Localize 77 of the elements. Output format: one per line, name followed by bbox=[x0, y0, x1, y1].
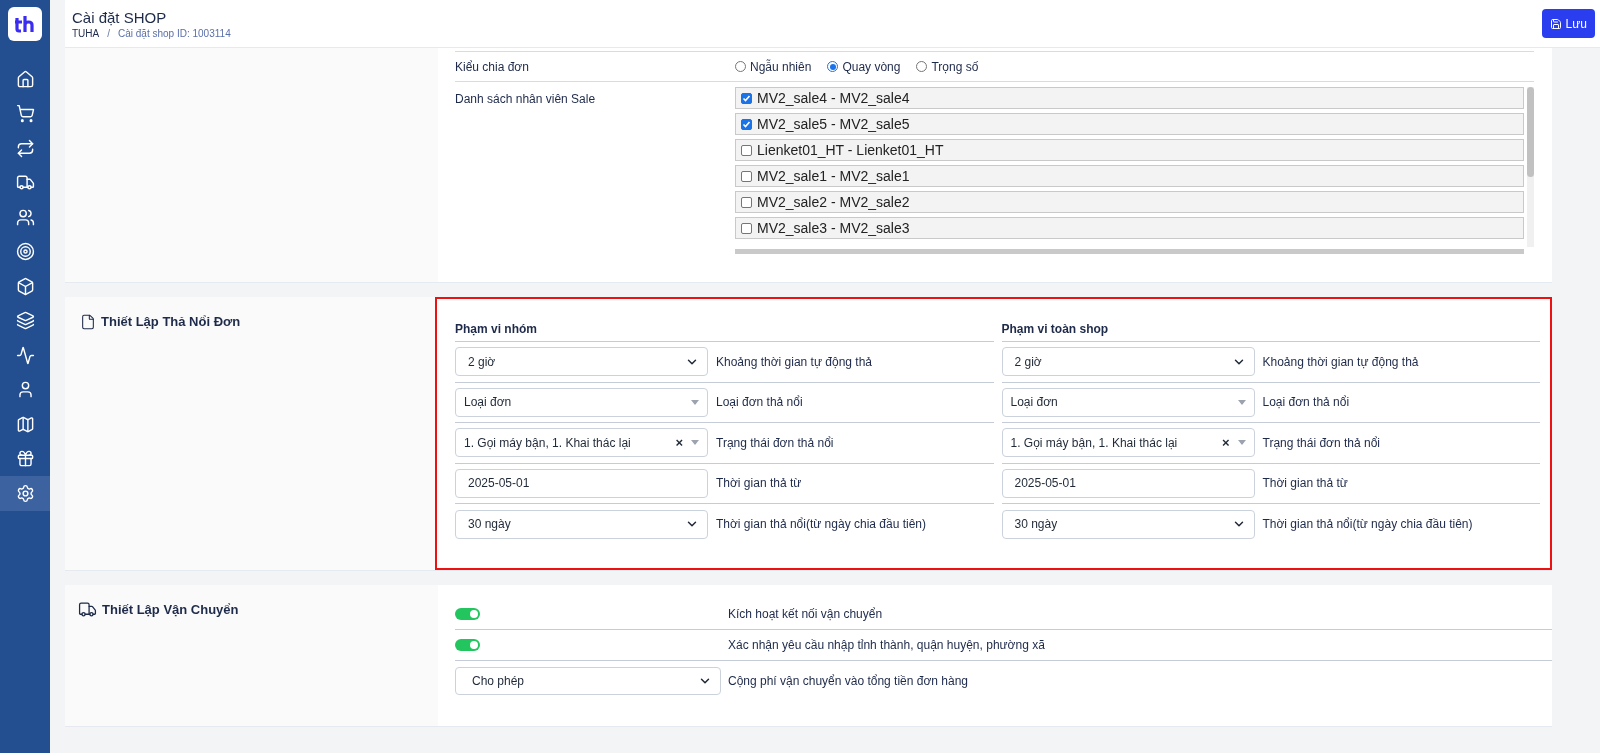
home-icon bbox=[15, 69, 35, 89]
users-icon bbox=[15, 207, 35, 227]
field-label: Khoảng thời gian tự động thả bbox=[1262, 353, 1419, 371]
save-button[interactable]: Lưu bbox=[1541, 9, 1595, 38]
radio-option[interactable]: Quay vòng bbox=[827, 57, 901, 76]
settings-icon bbox=[15, 483, 35, 503]
multi-select-field[interactable]: 1. Gọi máy bận, 1. Khai thác lại × bbox=[455, 428, 708, 458]
section-title: Thiết Lập Vận Chuyển bbox=[102, 601, 239, 619]
checkbox[interactable] bbox=[741, 196, 752, 208]
caret-icon bbox=[691, 440, 699, 446]
logo[interactable] bbox=[8, 7, 42, 41]
target-icon bbox=[15, 242, 35, 262]
column-heading: Phạm vi toàn shop bbox=[1001, 321, 1109, 338]
select-field[interactable]: 2 giờ bbox=[1001, 347, 1255, 377]
pulse-line-icon bbox=[15, 345, 35, 365]
radio-option[interactable]: Trọng số bbox=[916, 57, 979, 76]
sale-checkbox-item[interactable]: MV2_sale3 - MV2_sale3 bbox=[735, 217, 1524, 239]
vertical-scrollbar[interactable] bbox=[1527, 87, 1534, 247]
date-field[interactable]: 2025-05-01 bbox=[1001, 468, 1255, 498]
select-field[interactable]: 30 ngày bbox=[1001, 509, 1255, 539]
document-icon bbox=[80, 313, 96, 330]
page-title: Cài đặt SHOP bbox=[72, 7, 168, 28]
select-field[interactable]: 2 giờ bbox=[455, 347, 708, 377]
multi-select-field[interactable]: 1. Gọi máy bận, 1. Khai thác lại × bbox=[1001, 428, 1255, 458]
select-field[interactable]: Cho phép bbox=[455, 667, 721, 695]
gift-icon bbox=[15, 449, 35, 469]
sidebar-item[interactable] bbox=[0, 476, 50, 511]
box-icon bbox=[15, 276, 35, 296]
sale-checkbox-item[interactable]: MV2_sale4 - MV2_sale4 bbox=[735, 87, 1524, 109]
field-label: Xác nhận yêu cầu nhập tỉnh thành, quận huyện, phường xã bbox=[728, 637, 1045, 654]
sale-checkbox-item[interactable]: MV2_sale1 - MV2_sale1 bbox=[735, 165, 1524, 187]
checkbox[interactable] bbox=[741, 118, 752, 130]
save-icon bbox=[1549, 17, 1562, 30]
repeat-arrows-icon bbox=[15, 138, 35, 158]
toggle-switch[interactable] bbox=[455, 608, 480, 620]
field-label: Kích hoạt kết nối vận chuyển bbox=[728, 606, 883, 623]
sale-checkbox-item[interactable]: Lienket01_HT - Lienket01_HT bbox=[735, 139, 1524, 161]
checkbox[interactable] bbox=[741, 222, 752, 234]
field-label: Loại đơn thả nổi bbox=[1262, 394, 1350, 412]
field-label: Thời gian thả từ bbox=[716, 475, 802, 493]
select-field[interactable]: Loại đơn bbox=[455, 387, 708, 417]
field-label: Loại đơn thả nổi bbox=[716, 394, 803, 412]
checkbox[interactable] bbox=[741, 170, 752, 182]
breadcrumb-link[interactable]: TUHA bbox=[72, 27, 100, 40]
radio-option[interactable]: Ngẫu nhiên bbox=[735, 57, 812, 76]
field-label: Khoảng thời gian tự động thả bbox=[716, 353, 873, 371]
field-label: Trạng thái đơn thả nổi bbox=[1262, 434, 1380, 452]
caret-icon bbox=[691, 399, 699, 405]
truck-icon bbox=[15, 173, 35, 193]
layers-icon bbox=[15, 311, 35, 331]
field-label: Thời gian thả nổi(từ ngày chia đầu tiên) bbox=[716, 516, 927, 534]
field-label: Trạng thái đơn thả nổi bbox=[716, 434, 834, 452]
horizontal-scrollbar[interactable] bbox=[735, 249, 1524, 254]
breadcrumb-current: Cài đặt shop ID: 1003114 bbox=[118, 27, 231, 40]
caret-icon bbox=[1237, 440, 1246, 446]
logo-icon bbox=[14, 15, 36, 33]
sale-checkbox-item[interactable]: MV2_sale2 - MV2_sale2 bbox=[735, 191, 1524, 213]
field-label: Kiểu chia đơn bbox=[455, 58, 530, 76]
field-label: Cộng phí vận chuyển vào tổng tiền đơn hàng bbox=[728, 673, 969, 690]
column-heading: Phạm vi nhóm bbox=[455, 321, 537, 338]
select-field[interactable]: Loại đơn bbox=[1001, 387, 1255, 417]
map-icon bbox=[15, 414, 35, 434]
clear-button[interactable]: × bbox=[675, 433, 683, 453]
cart-icon bbox=[15, 104, 35, 124]
checkbox[interactable] bbox=[741, 92, 752, 104]
checkbox[interactable] bbox=[741, 144, 752, 156]
sale-checkbox-item[interactable]: MV2_sale5 - MV2_sale5 bbox=[735, 113, 1524, 135]
section-title: Thiết Lập Thả Nổi Đơn bbox=[101, 313, 241, 331]
select-field[interactable]: 30 ngày bbox=[455, 509, 708, 539]
breadcrumb-separator: / bbox=[107, 27, 110, 40]
caret-icon bbox=[1237, 399, 1246, 405]
field-label: Danh sách nhân viên Sale bbox=[455, 91, 597, 108]
field-label: Thời gian thả từ bbox=[1262, 475, 1348, 493]
date-field[interactable]: 2025-05-01 bbox=[455, 468, 708, 498]
clear-button[interactable]: × bbox=[1221, 433, 1230, 453]
field-label: Thời gian thả nổi(từ ngày chia đầu tiên) bbox=[1262, 516, 1473, 534]
toggle-switch[interactable] bbox=[455, 639, 480, 651]
